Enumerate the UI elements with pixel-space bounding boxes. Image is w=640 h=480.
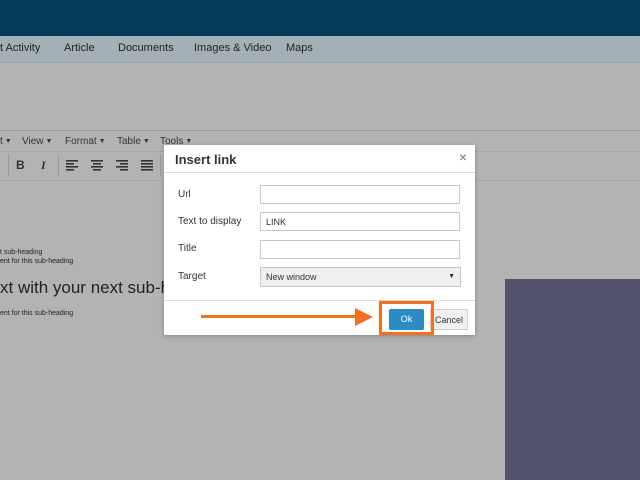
text-to-display-input[interactable] bbox=[260, 212, 460, 231]
target-select-value: New window bbox=[266, 272, 317, 282]
app-header-bar bbox=[0, 0, 640, 36]
text-to-display-label: Text to display bbox=[178, 216, 242, 227]
align-center-icon[interactable] bbox=[91, 160, 103, 171]
chevron-down-icon: ▼ bbox=[98, 138, 106, 145]
nav-item-article[interactable]: Article bbox=[64, 42, 95, 54]
toolbar-divider bbox=[58, 154, 59, 176]
title-label: Title bbox=[178, 243, 197, 254]
nav-item-documents[interactable]: Documents bbox=[118, 42, 174, 54]
dialog-title: Insert link bbox=[175, 152, 237, 167]
close-icon[interactable]: × bbox=[459, 149, 467, 165]
cancel-button[interactable]: Cancel bbox=[430, 309, 468, 330]
dialog-header-divider bbox=[164, 172, 475, 173]
content-text: ent for this sub-heading bbox=[0, 258, 74, 265]
chevron-down-icon: ▼ bbox=[4, 138, 12, 145]
content-text: t sub-heading bbox=[0, 249, 43, 256]
highlight-box bbox=[379, 301, 434, 335]
arrow-right-icon bbox=[355, 308, 373, 326]
chevron-down-icon: ▼ bbox=[142, 138, 150, 145]
main-nav: t Activity Article Documents Images & Vi… bbox=[0, 36, 640, 63]
bold-button[interactable]: B bbox=[16, 158, 25, 172]
content-text: ent for this sub-heading bbox=[0, 310, 74, 317]
align-right-icon[interactable] bbox=[116, 160, 128, 171]
nav-item-activity[interactable]: t Activity bbox=[0, 42, 40, 54]
toolbar-divider bbox=[160, 154, 161, 176]
align-left-icon[interactable] bbox=[66, 160, 78, 171]
target-select[interactable]: New window ▼ bbox=[260, 267, 461, 287]
chevron-down-icon: ▼ bbox=[45, 138, 53, 145]
menu-item-table[interactable]: Table ▼ bbox=[117, 136, 150, 147]
content-heading: xt with your next sub-hea bbox=[0, 278, 189, 297]
menu-item-format[interactable]: Format ▼ bbox=[65, 136, 106, 147]
url-label: Url bbox=[178, 189, 191, 200]
title-input[interactable] bbox=[260, 240, 460, 259]
url-input[interactable] bbox=[260, 185, 460, 204]
nav-item-images-video[interactable]: Images & Video bbox=[194, 42, 271, 54]
target-label: Target bbox=[178, 271, 206, 282]
chevron-down-icon: ▼ bbox=[448, 273, 455, 280]
side-panel bbox=[505, 279, 640, 480]
menu-item-view[interactable]: View ▼ bbox=[22, 136, 52, 147]
menu-item-partial[interactable]: t ▼ bbox=[0, 136, 12, 147]
toolbar-divider bbox=[8, 154, 9, 176]
chevron-down-icon: ▼ bbox=[185, 138, 193, 145]
pointer-arrow-shaft bbox=[201, 315, 359, 318]
italic-button[interactable]: I bbox=[41, 158, 46, 173]
align-justify-icon[interactable] bbox=[141, 160, 153, 171]
nav-item-maps[interactable]: Maps bbox=[286, 42, 313, 54]
